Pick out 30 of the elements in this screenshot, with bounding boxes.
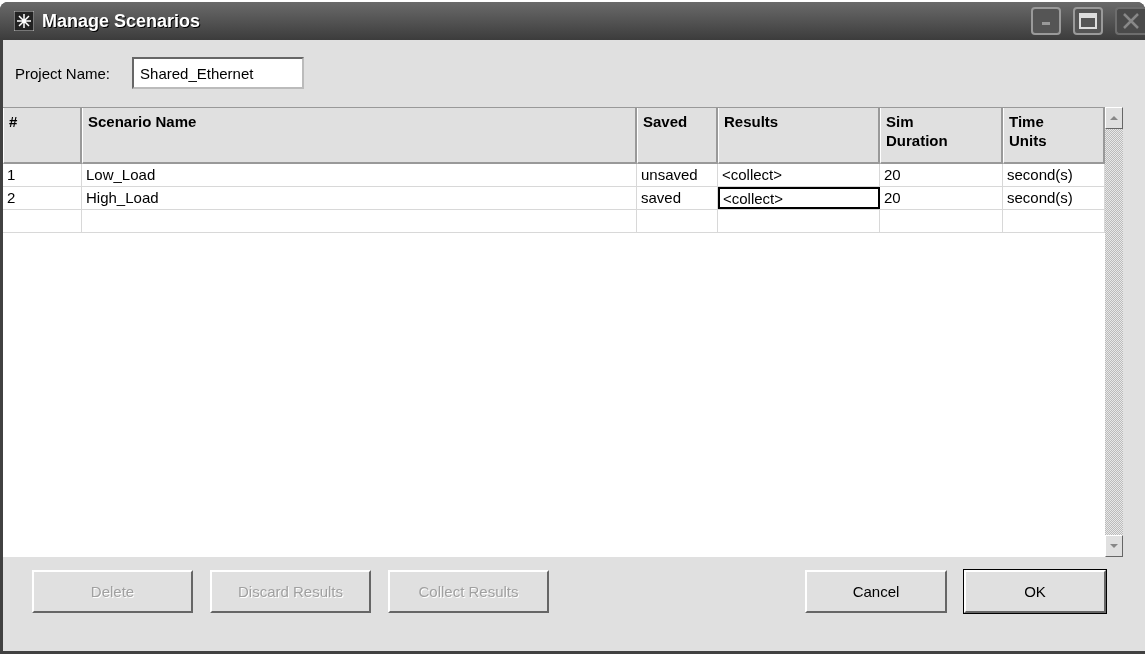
table-cell[interactable]: High_Load [82, 187, 637, 209]
window-title: Manage Scenarios [42, 10, 202, 32]
scroll-down-button[interactable] [1105, 535, 1123, 557]
column-header[interactable]: Scenario Name [82, 108, 637, 164]
column-header[interactable]: Results [718, 108, 880, 164]
project-name-label: Project Name: [15, 64, 111, 82]
table-cell[interactable]: saved [637, 187, 718, 209]
scroll-up-button[interactable] [1105, 107, 1123, 129]
table-cell[interactable]: <collect> [718, 164, 880, 186]
down-arrow-icon [1109, 543, 1119, 549]
maximize-icon [1079, 13, 1097, 29]
project-name-field[interactable]: Shared_Ethernet [132, 57, 305, 89]
table-cell[interactable]: unsaved [637, 164, 718, 186]
minimize-button[interactable] [1031, 7, 1061, 35]
dialog-button[interactable]: OK [964, 570, 1106, 613]
table-cell[interactable]: 2 [3, 187, 82, 209]
column-header[interactable]: Saved [637, 108, 718, 164]
table-cell[interactable]: 20 [880, 187, 1003, 209]
maximize-button[interactable] [1073, 7, 1103, 35]
column-header[interactable]: # [3, 108, 82, 164]
close-icon [1122, 12, 1140, 30]
table-cell[interactable]: 20 [880, 164, 1003, 186]
star-icon [14, 11, 34, 31]
table-cell[interactable]: <collect> [718, 187, 880, 209]
column-header[interactable]: Time Units [1003, 108, 1105, 164]
up-arrow-icon [1109, 115, 1119, 121]
table-cell[interactable]: 1 [3, 164, 82, 186]
table-cell[interactable]: Low_Load [82, 164, 637, 186]
dialog-button[interactable]: Cancel [805, 570, 947, 613]
column-header[interactable]: Sim Duration [880, 108, 1003, 164]
